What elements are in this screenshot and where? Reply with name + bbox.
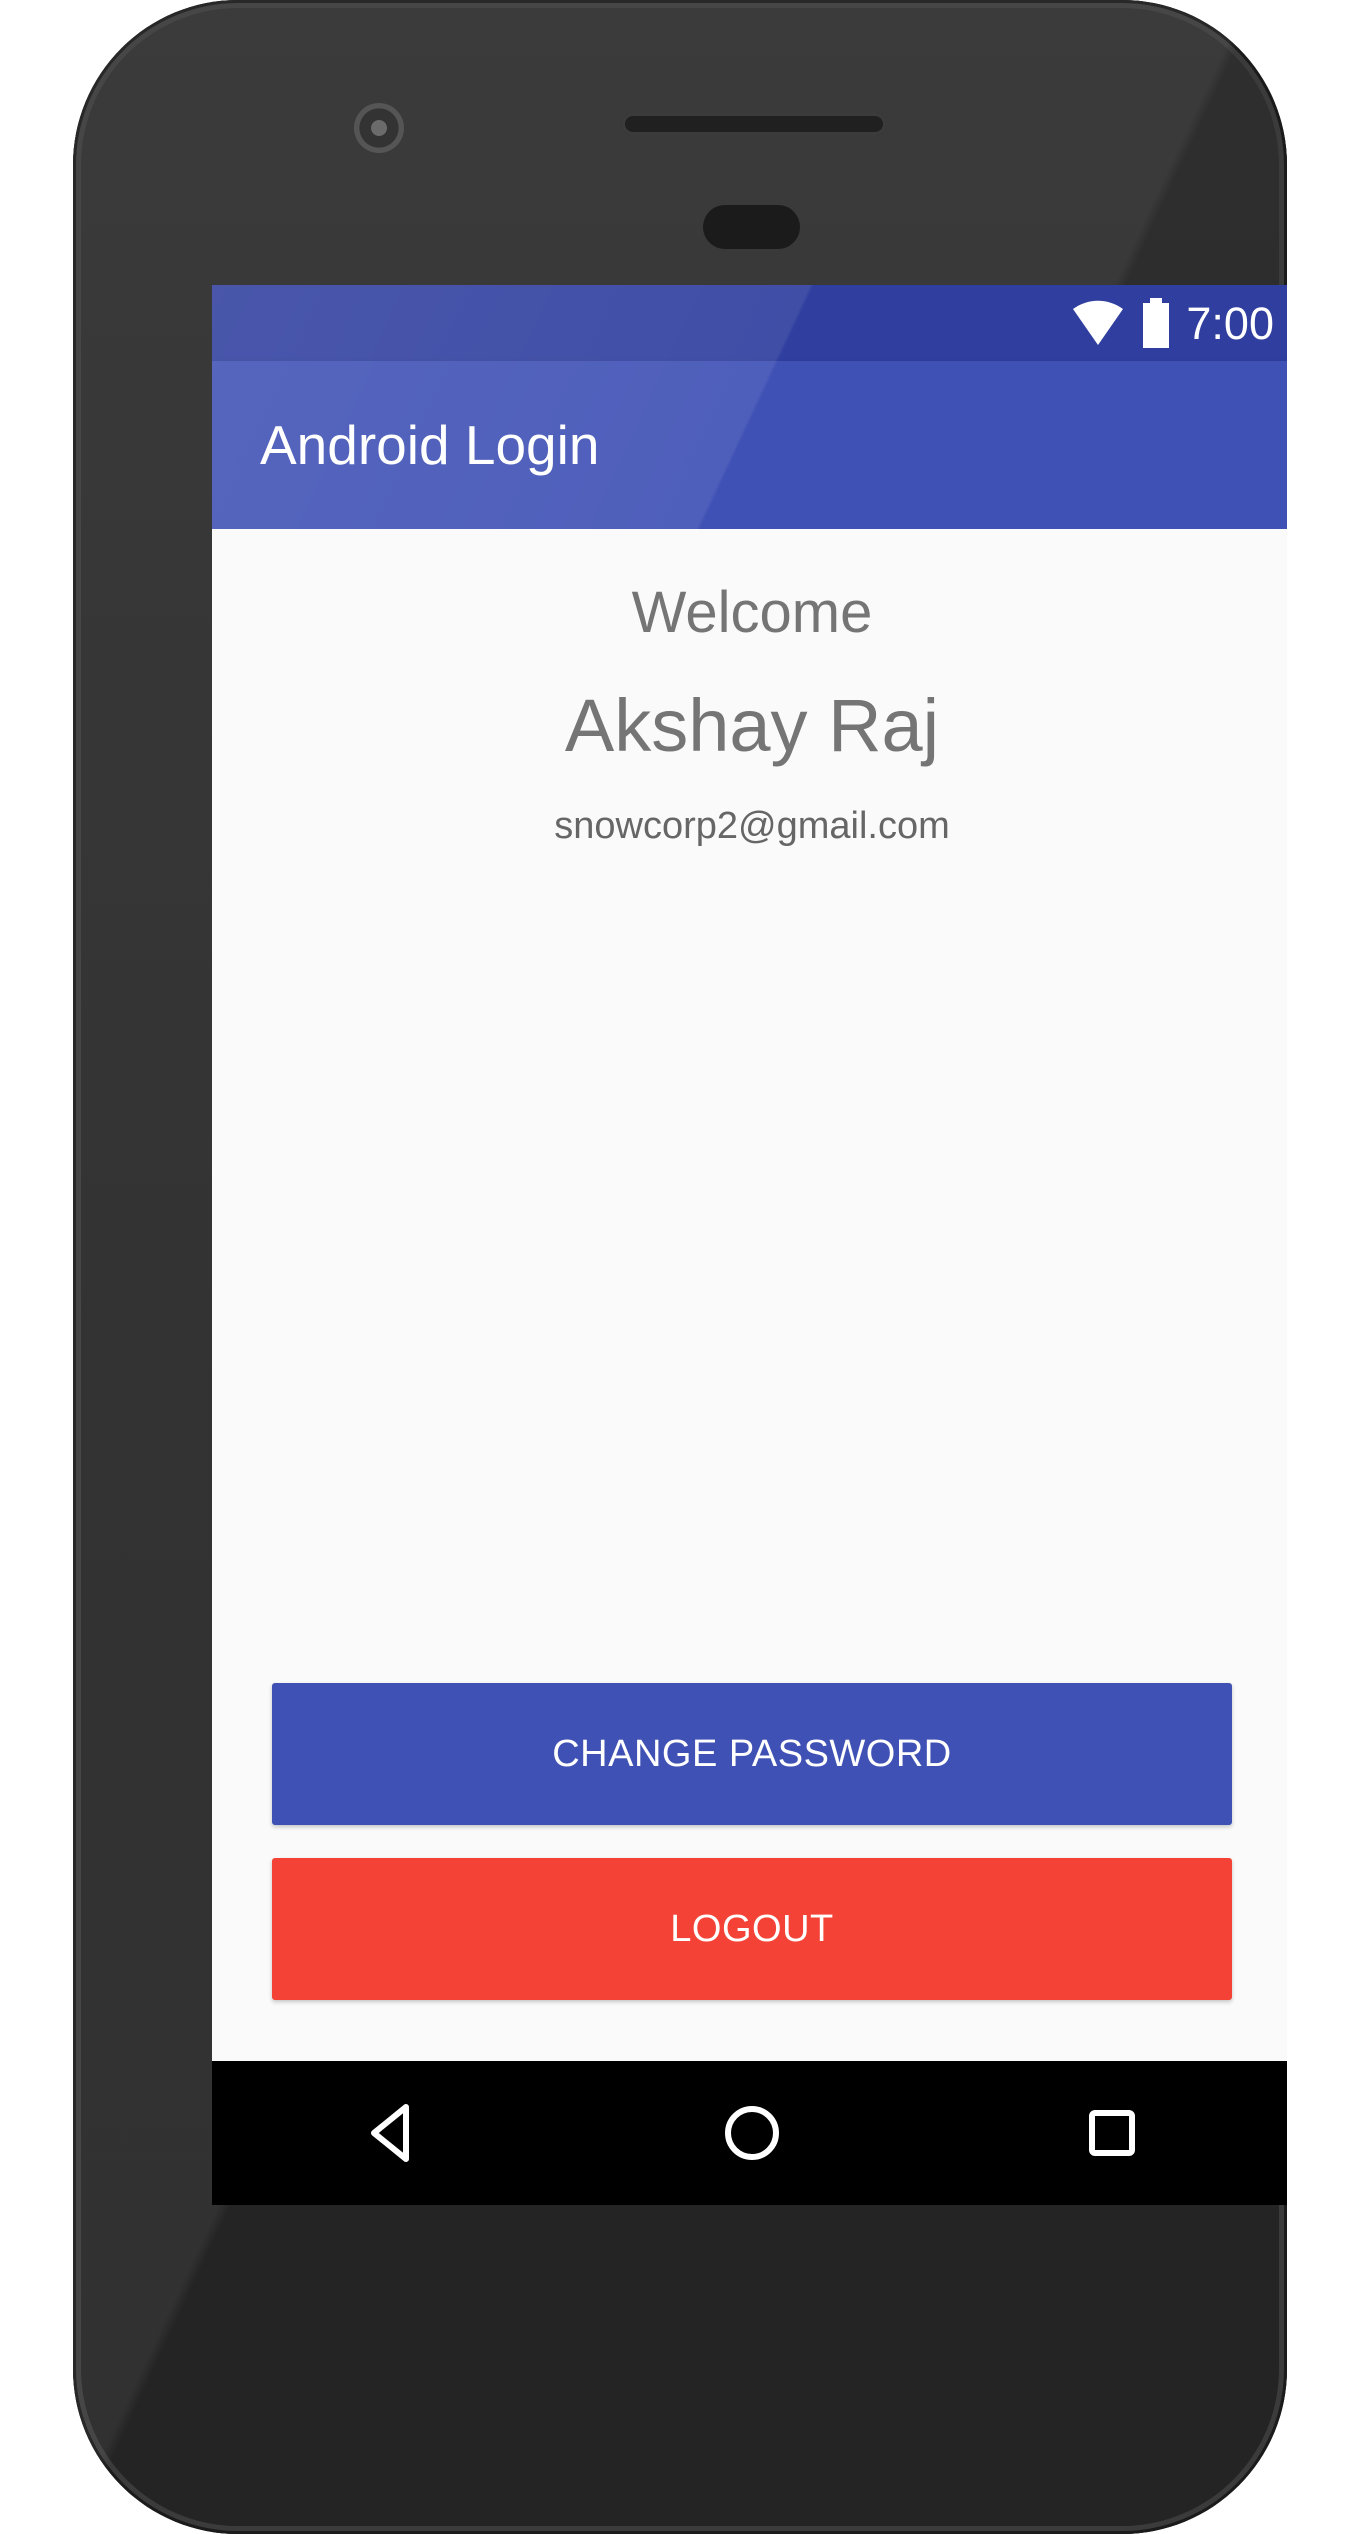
change-password-button[interactable]: CHANGE PASSWORD — [272, 1683, 1232, 1825]
device-screen: 7:00 Android Login Welcome Akshay Raj sn… — [212, 285, 1287, 2205]
speaker-grill — [621, 112, 887, 136]
status-icons: 7:00 — [1070, 285, 1274, 361]
recents-icon — [1089, 2110, 1135, 2156]
user-name: Akshay Raj — [564, 684, 940, 767]
home-button[interactable] — [716, 2097, 788, 2169]
wifi-icon — [1070, 299, 1126, 347]
welcome-label: Welcome — [631, 580, 873, 645]
back-button[interactable] — [356, 2097, 428, 2169]
battery-icon — [1140, 298, 1172, 348]
front-camera — [354, 103, 404, 153]
status-bar: 7:00 — [212, 285, 1287, 361]
logout-button[interactable]: LOGOUT — [272, 1858, 1232, 2000]
user-email: snowcorp2@gmail.com — [554, 805, 950, 847]
navigation-bar — [212, 2061, 1287, 2205]
phone-frame: 7:00 Android Login Welcome Akshay Raj sn… — [73, 0, 1287, 2534]
home-icon — [725, 2106, 779, 2160]
app-title: Android Login — [260, 414, 600, 476]
status-time: 7:00 — [1186, 297, 1274, 349]
back-icon — [371, 2104, 409, 2162]
welcome-screen: Welcome Akshay Raj snowcorp2@gmail.com C… — [212, 529, 1287, 2061]
recents-button[interactable] — [1076, 2097, 1148, 2169]
proximity-sensor — [703, 205, 800, 249]
app-bar: Android Login — [212, 361, 1287, 529]
